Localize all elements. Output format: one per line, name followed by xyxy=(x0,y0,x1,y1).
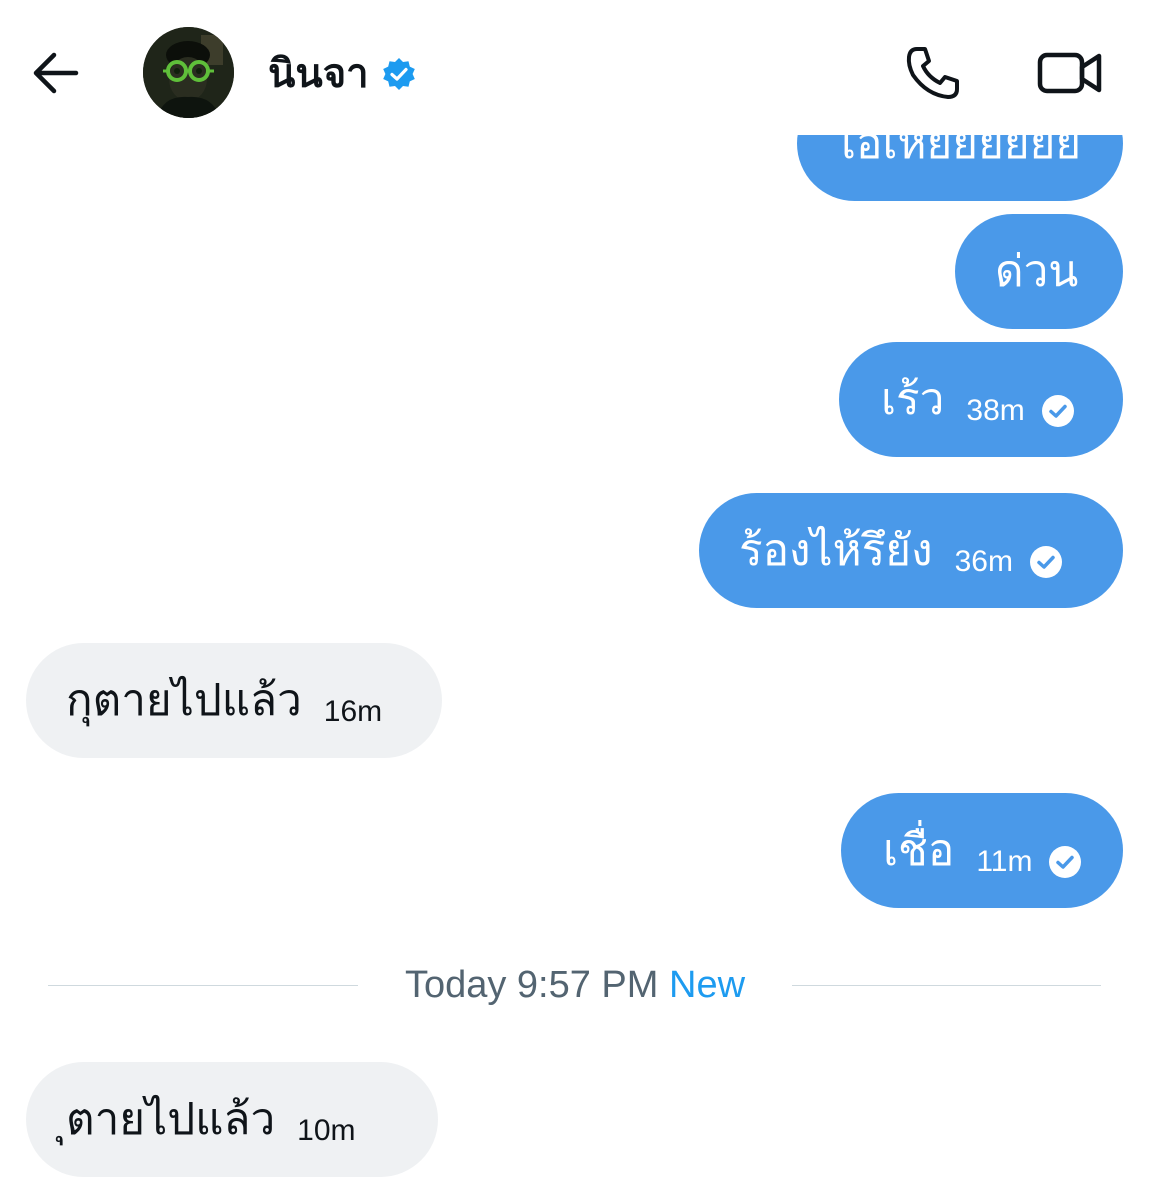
message-text: ร้องไห้รึยัง xyxy=(739,525,933,576)
message-bubble-outgoing[interactable]: เร้ว 38m xyxy=(839,342,1123,457)
message-bubble-incoming[interactable]: กุตายไปแล้ว 16m xyxy=(26,643,442,758)
message-timestamp: 38m xyxy=(966,393,1025,427)
call-button[interactable] xyxy=(903,43,963,103)
divider-line-right xyxy=(792,985,1101,986)
read-check-icon xyxy=(1049,845,1082,878)
verified-badge-icon xyxy=(383,58,415,90)
message-timestamp: 11m xyxy=(976,844,1033,878)
conversation-header: นินจา xyxy=(0,0,1149,135)
video-camera-icon xyxy=(1037,52,1102,94)
date-divider-label: Today 9:57 PM xyxy=(404,964,659,1006)
message-text: เร้ว xyxy=(881,374,945,425)
message-bubble-outgoing[interactable]: ด่วน xyxy=(955,214,1123,329)
read-check-icon xyxy=(1041,394,1074,427)
new-messages-label: New xyxy=(669,964,746,1006)
message-text: เชื่อ xyxy=(883,825,955,876)
avatar[interactable] xyxy=(143,27,234,118)
back-button[interactable] xyxy=(28,50,84,96)
phone-icon xyxy=(906,47,959,99)
message-text: กุตายไปแล้ว xyxy=(66,675,302,726)
message-text: ด่วน xyxy=(995,246,1079,297)
message-text: ุตายไปแล้ว xyxy=(66,1094,276,1145)
arrow-left-icon xyxy=(33,52,79,94)
message-bubble-outgoing[interactable]: ร้องไห้รึยัง 36m xyxy=(699,493,1123,608)
contact-name[interactable]: นินจา xyxy=(268,48,369,100)
message-timestamp: 16m xyxy=(323,694,383,728)
message-timestamp: 36m xyxy=(954,544,1013,578)
message-timestamp: 10m xyxy=(297,1113,356,1147)
message-bubble-outgoing[interactable]: เชื่อ 11m xyxy=(841,793,1123,908)
divider-line-left xyxy=(48,985,358,986)
read-check-icon xyxy=(1029,545,1062,578)
video-call-button[interactable] xyxy=(1037,48,1103,98)
message-bubble-incoming[interactable]: ุตายไปแล้ว 10m xyxy=(26,1062,438,1177)
date-divider: Today 9:57 PM New xyxy=(360,962,790,1008)
